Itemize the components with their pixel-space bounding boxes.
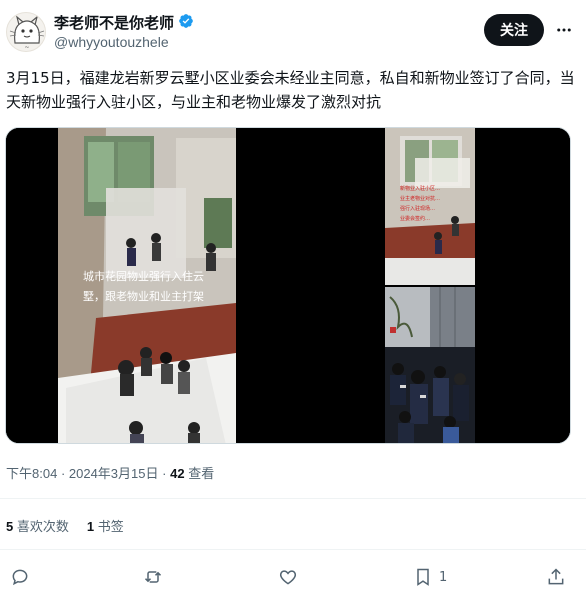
video-thumbnail-2[interactable]: 新物业入驻小区… 业主老物业对抗… 强行入驻现场… 业委会签约… (290, 128, 570, 285)
tweet-time[interactable]: 下午8:04 (6, 466, 57, 481)
tweet-header: ~ 李老师不是你老师 @whyyoutouzhele 关注 (6, 8, 580, 56)
author-handle[interactable]: @whyyoutouzhele (54, 34, 169, 50)
retweet-button[interactable] (143, 562, 163, 592)
tweet-actions: 1 (0, 562, 586, 592)
bookmarks-count: 1 (86, 519, 95, 534)
video-caption-line-2: 墅，跟老物业和业主打架 (83, 289, 204, 303)
heart-icon (279, 570, 297, 585)
avatar[interactable]: ~ (6, 12, 46, 52)
tweet-meta: 下午8:04 · 2024年3月15日 · 42 查看 (6, 463, 214, 482)
tweet-text: 3月15日，福建龙岩新罗云墅小区业委会未经业主同意，私自和新物业签订了合同，当天… (6, 69, 575, 111)
meta-separator: · (162, 466, 171, 481)
bookmark-count: 1 (439, 569, 448, 585)
meta-separator: · (60, 466, 69, 481)
tweet-stats: 5 喜欢次数 1 书签 (6, 516, 124, 535)
divider (0, 498, 586, 499)
likes-stat[interactable]: 5 喜欢次数 (6, 516, 69, 535)
svg-text:~: ~ (24, 44, 29, 51)
video-thumbnail-3[interactable] (290, 287, 570, 443)
verified-badge-icon (178, 13, 194, 33)
retweet-icon (144, 571, 162, 583)
like-button[interactable] (278, 562, 298, 592)
likes-count: 5 (6, 519, 14, 534)
likes-label: 喜欢次数 (16, 519, 69, 534)
follow-button[interactable]: 关注 (484, 14, 544, 46)
share-icon (548, 568, 564, 585)
media-grid: 城市花园物业强行入住云 墅，跟老物业和业主打架 新物业入驻小区… 业主老物业对抗… (5, 127, 571, 444)
video-thumbnail-1[interactable]: 城市花园物业强行入住云 墅，跟老物业和业主打架 (6, 128, 288, 443)
bookmark-icon (417, 568, 429, 586)
views-label: 查看 (188, 466, 215, 481)
video-caption-line-1: 城市花园物业强行入住云 (83, 269, 204, 283)
svg-text:业主老物业对抗…: 业主老物业对抗… (400, 195, 440, 202)
bookmarks-label: 书签 (97, 519, 124, 534)
more-icon[interactable] (552, 18, 576, 42)
views-count: 42 (170, 466, 185, 481)
share-button[interactable] (546, 562, 566, 592)
divider (0, 549, 586, 550)
bookmark-button[interactable]: 1 (413, 562, 447, 592)
reply-icon (12, 569, 28, 586)
svg-text:业委会签约…: 业委会签约… (400, 215, 430, 222)
tweet-date[interactable]: 2024年3月15日 (69, 466, 159, 481)
svg-text:强行入驻现场…: 强行入驻现场… (400, 205, 435, 212)
reply-button[interactable] (10, 562, 30, 592)
svg-text:新物业入驻小区…: 新物业入驻小区… (400, 185, 440, 192)
bookmarks-stat[interactable]: 1 书签 (87, 516, 124, 535)
display-name[interactable]: 李老师不是你老师 (54, 12, 174, 33)
